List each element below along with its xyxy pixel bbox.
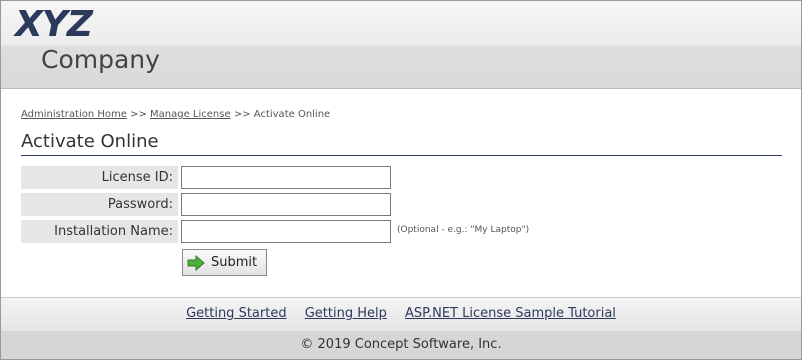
breadcrumb: Administration Home >> Manage License >>… xyxy=(21,109,330,120)
installation-name-hint: (Optional - e.g.: "My Laptop") xyxy=(397,225,530,235)
license-id-input[interactable] xyxy=(181,166,391,189)
footer-link-getting-started[interactable]: Getting Started xyxy=(186,306,287,321)
breadcrumb-manage-license[interactable]: Manage License xyxy=(150,109,231,120)
footer-links: Getting Started Getting Help ASP.NET Lic… xyxy=(1,297,801,331)
installation-name-label: Installation Name: xyxy=(21,220,178,243)
password-input[interactable] xyxy=(181,193,391,216)
breadcrumb-separator: >> xyxy=(130,109,147,120)
page-title: Activate Online xyxy=(21,131,782,156)
license-id-label: License ID: xyxy=(21,166,178,189)
logo-xyz: XYZ xyxy=(15,4,93,45)
password-label: Password: xyxy=(21,193,178,216)
footer-link-getting-help[interactable]: Getting Help xyxy=(305,306,387,321)
installation-name-input[interactable] xyxy=(181,220,391,243)
logo-company: Company xyxy=(41,45,160,74)
submit-button[interactable]: Submit xyxy=(182,249,267,276)
green-arrow-icon xyxy=(187,254,205,271)
header: XYZ Company xyxy=(1,1,801,89)
breadcrumb-administration-home[interactable]: Administration Home xyxy=(21,109,127,120)
footer-link-asp-tutorial[interactable]: ASP.NET License Sample Tutorial xyxy=(405,306,616,321)
copyright: © 2019 Concept Software, Inc. xyxy=(1,331,801,359)
breadcrumb-current: Activate Online xyxy=(253,109,331,120)
submit-label: Submit xyxy=(211,255,258,270)
breadcrumb-separator: >> xyxy=(233,109,251,120)
page-frame: XYZ Company Administration Home >> Manag… xyxy=(0,0,802,360)
